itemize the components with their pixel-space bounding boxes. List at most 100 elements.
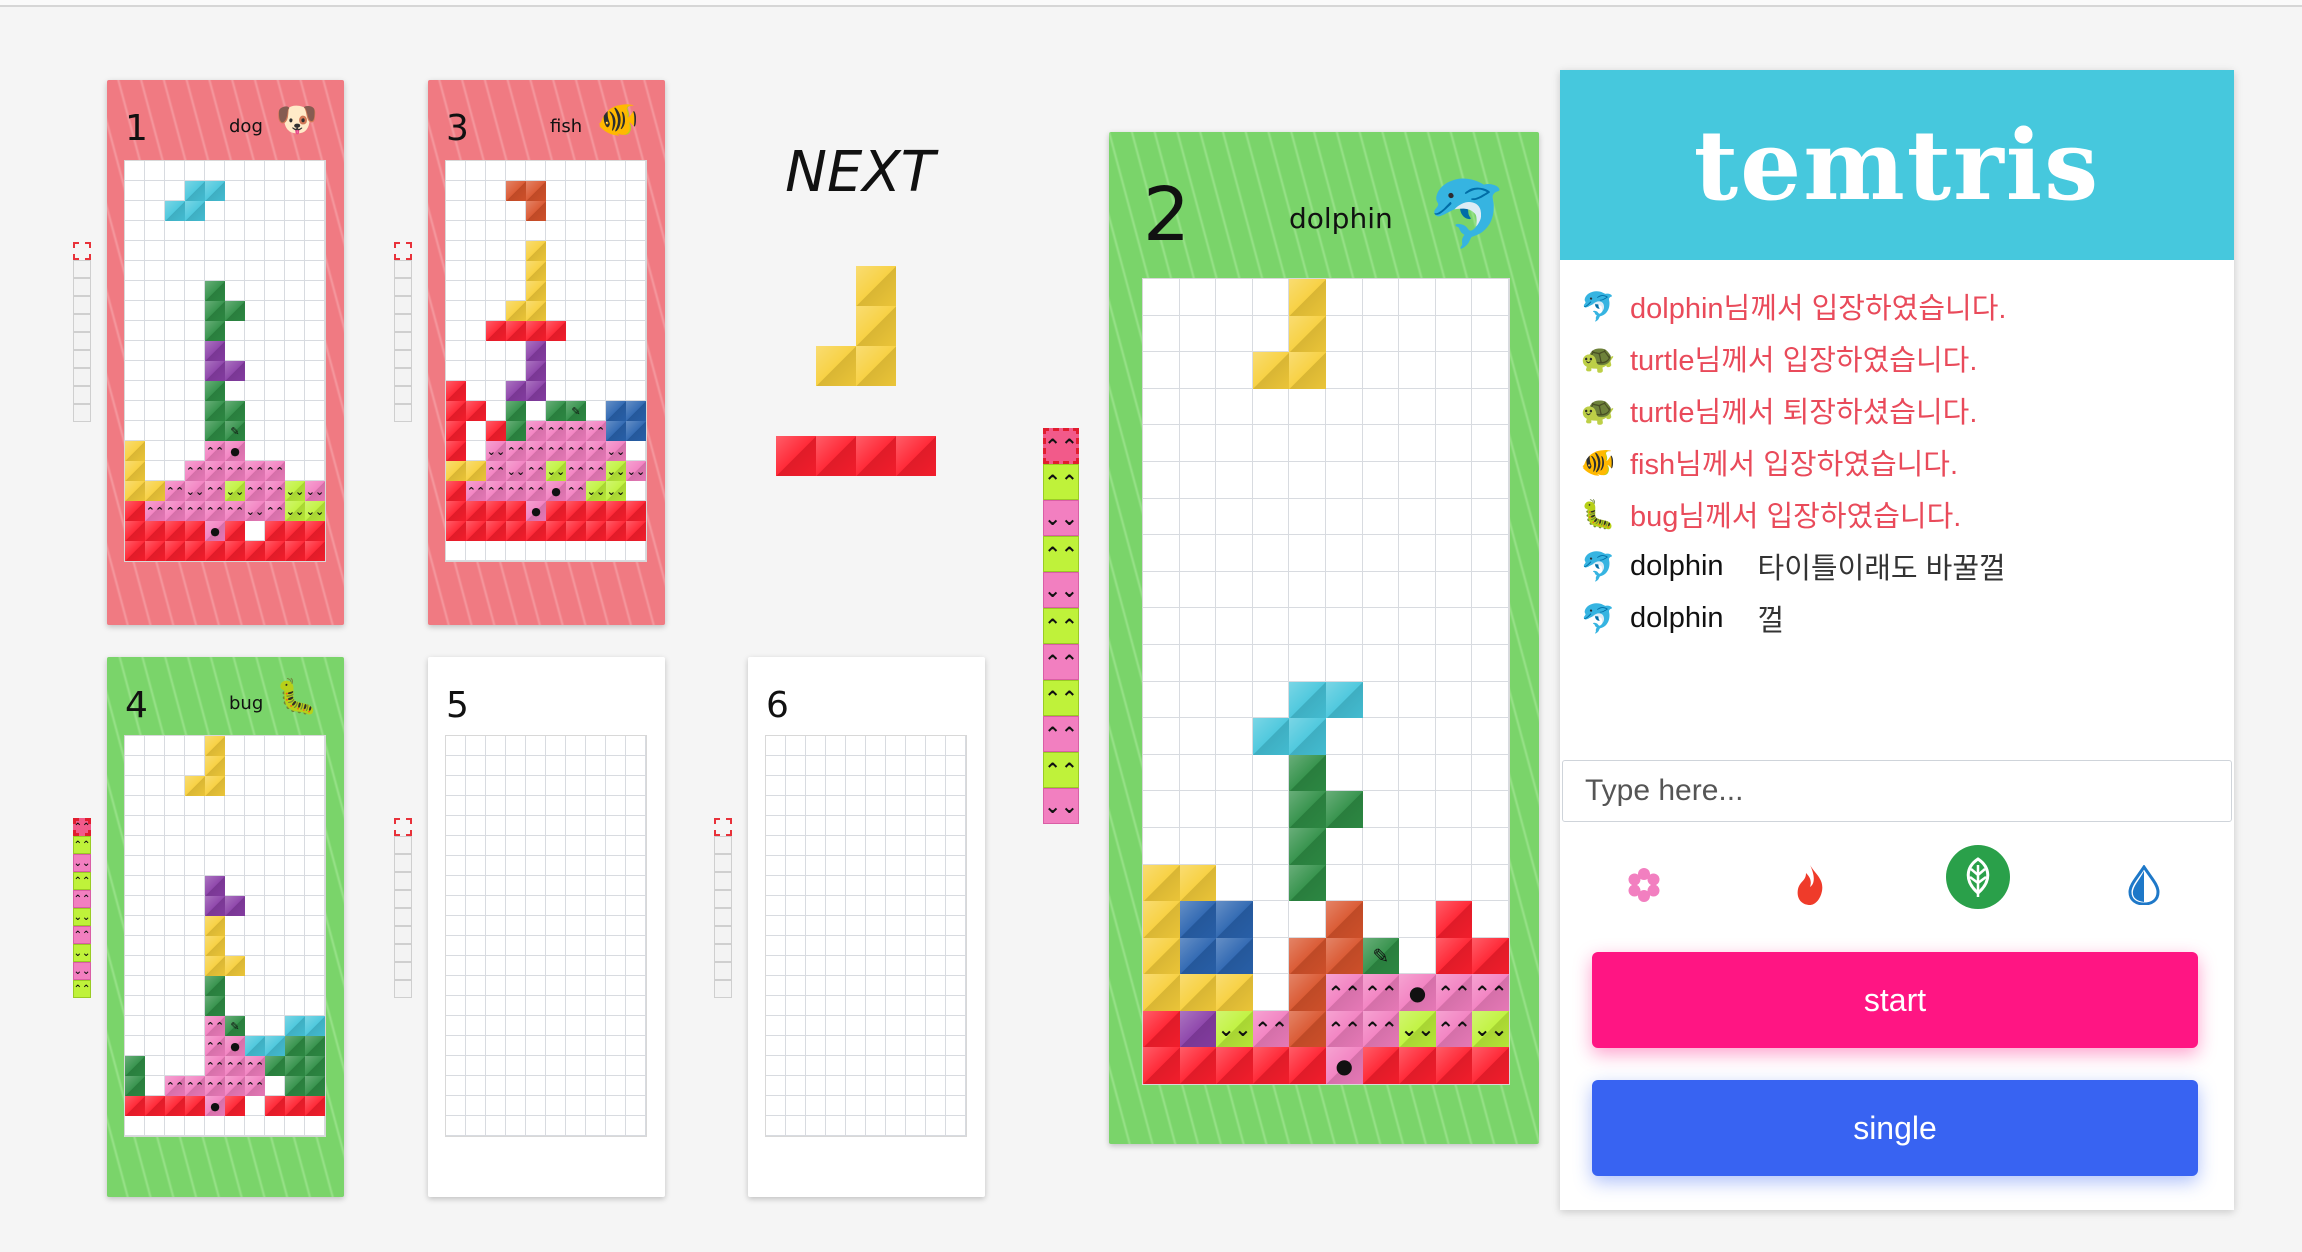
board-cell: ⌃⌃ bbox=[1362, 974, 1400, 1011]
start-button[interactable]: start bbox=[1592, 952, 2198, 1048]
board-cell bbox=[245, 976, 265, 996]
attack-slot bbox=[714, 908, 732, 926]
board-cell bbox=[586, 956, 606, 976]
board-cell bbox=[486, 1056, 506, 1076]
board-cell bbox=[466, 856, 486, 876]
board-cell bbox=[486, 281, 506, 301]
board-cell: ⌃⌃ bbox=[566, 461, 586, 481]
board-cell bbox=[946, 896, 966, 916]
chat-message: 🐢 turtle님께서 입장하였습니다. bbox=[1574, 332, 2214, 384]
board-cell bbox=[265, 776, 285, 796]
board-cell bbox=[446, 816, 466, 836]
board-cell bbox=[265, 996, 285, 1016]
board-cell: ✎ bbox=[1362, 937, 1400, 975]
board-cell bbox=[466, 261, 486, 281]
board-cell bbox=[1325, 791, 1363, 828]
arrow-icon: ⌃⌃ bbox=[205, 484, 225, 498]
board-cell bbox=[145, 1016, 165, 1036]
board-cell bbox=[245, 756, 265, 776]
board-cell bbox=[526, 936, 546, 956]
board-cell bbox=[1143, 315, 1180, 353]
board-cell bbox=[125, 301, 145, 321]
board-cell bbox=[506, 756, 526, 776]
board-cell bbox=[225, 876, 245, 896]
board-cell bbox=[165, 956, 185, 976]
board-cell bbox=[926, 816, 946, 836]
board-cell bbox=[145, 796, 165, 816]
board-cell bbox=[626, 756, 646, 776]
board-cell bbox=[225, 181, 245, 201]
theme-flower-button[interactable] bbox=[1612, 853, 1676, 917]
board-cell bbox=[305, 221, 325, 241]
board-cell: ⌃⌃ bbox=[1362, 1010, 1400, 1048]
board-cell bbox=[285, 161, 305, 181]
board-cell bbox=[225, 161, 245, 181]
board-cell bbox=[946, 916, 966, 936]
board-cell bbox=[1325, 352, 1363, 389]
board-cell bbox=[305, 301, 325, 321]
board-cell bbox=[446, 1056, 466, 1076]
board-cell bbox=[826, 996, 846, 1016]
attack-slot bbox=[714, 872, 732, 890]
board-cell bbox=[486, 936, 506, 956]
board-cell bbox=[1435, 754, 1473, 792]
attack-slot bbox=[394, 332, 412, 350]
board-cell bbox=[145, 856, 165, 876]
board-cell bbox=[265, 381, 285, 401]
attack-slot bbox=[714, 818, 732, 836]
bomb-icon: ● bbox=[1335, 1053, 1353, 1078]
board-cell bbox=[586, 501, 606, 521]
board-cell bbox=[946, 956, 966, 976]
board-cell bbox=[806, 996, 826, 1016]
board-cell bbox=[446, 1036, 466, 1056]
board-cell bbox=[125, 541, 145, 561]
board-cell bbox=[526, 261, 546, 281]
board-cell bbox=[566, 1116, 586, 1136]
board-cell bbox=[305, 896, 325, 916]
board-cell bbox=[546, 796, 566, 816]
app-title: temtris bbox=[1693, 108, 2101, 222]
board-cell bbox=[846, 936, 866, 956]
board-cell bbox=[446, 221, 466, 241]
theme-leaf-button[interactable] bbox=[1946, 845, 2010, 909]
board-cell bbox=[1216, 937, 1253, 975]
board-cell bbox=[245, 876, 265, 896]
board-cell bbox=[566, 936, 586, 956]
arrow-icon: ⌃⌃ bbox=[1364, 1017, 1398, 1042]
board-cell bbox=[466, 816, 486, 836]
board-cell bbox=[265, 421, 285, 441]
board-cell bbox=[305, 1056, 325, 1076]
board-cell bbox=[285, 856, 305, 876]
board-cell bbox=[466, 976, 486, 996]
chat-message: 🐛 bug님께서 입장하였습니다. bbox=[1574, 488, 2214, 540]
board-cell bbox=[205, 301, 225, 321]
board-cell bbox=[305, 956, 325, 976]
board-cell bbox=[886, 816, 906, 836]
attack-slot bbox=[714, 836, 732, 854]
arrow-icon: ⌄⌄ bbox=[285, 484, 305, 498]
board-cell bbox=[446, 421, 466, 441]
theme-water-button[interactable] bbox=[2112, 853, 2176, 917]
board-cell bbox=[225, 916, 245, 936]
board-cell bbox=[1289, 827, 1326, 865]
board-cell bbox=[1399, 352, 1436, 389]
arrow-icon: ⌃⌃ bbox=[225, 504, 245, 518]
board-cell bbox=[926, 1116, 946, 1136]
board-cell bbox=[526, 181, 546, 201]
attack-slot bbox=[714, 890, 732, 908]
board-cell bbox=[265, 876, 285, 896]
single-button[interactable]: single bbox=[1592, 1080, 2198, 1176]
board-cell bbox=[1362, 388, 1400, 426]
board-cell bbox=[185, 956, 205, 976]
board-cell bbox=[806, 856, 826, 876]
board-cell bbox=[446, 856, 466, 876]
chat-input[interactable] bbox=[1562, 760, 2232, 822]
board-cell bbox=[806, 796, 826, 816]
board-cell bbox=[926, 776, 946, 796]
theme-fire-button[interactable] bbox=[1778, 853, 1842, 917]
board-cell bbox=[466, 401, 486, 421]
board-cell bbox=[486, 776, 506, 796]
board-cell bbox=[245, 201, 265, 221]
board-cell bbox=[466, 461, 486, 481]
board-cell bbox=[906, 1096, 926, 1116]
